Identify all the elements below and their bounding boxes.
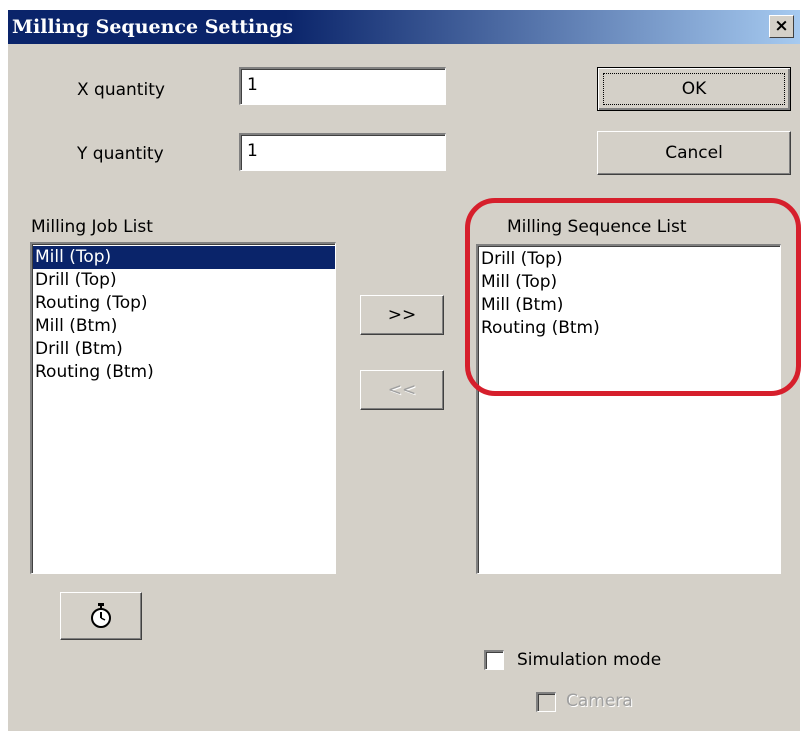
close-icon: × [774,16,789,36]
job-list-item[interactable]: Drill (Top) [33,269,335,292]
job-list-item[interactable]: Routing (Top) [33,292,335,315]
camera-label: Camera [566,691,633,711]
sequence-list-item[interactable]: Drill (Top) [479,248,780,271]
job-list-item[interactable]: Drill (Btm) [33,338,335,361]
cancel-button[interactable]: Cancel [597,131,791,175]
job-list-item[interactable]: Mill (Top) [33,246,335,269]
simulation-mode-checkbox[interactable] [484,650,504,670]
cancel-button-label: Cancel [665,143,723,163]
camera-checkbox[interactable] [536,692,556,712]
milling-job-list-label: Milling Job List [31,217,153,237]
close-button[interactable]: × [769,15,794,38]
sequence-list-item[interactable]: Mill (Top) [479,271,780,294]
job-list-item[interactable]: Routing (Btm) [33,361,335,384]
remove-button-label: << [387,380,417,400]
x-quantity-input[interactable]: 1 [239,67,446,105]
x-quantity-label: X quantity [77,80,165,100]
y-quantity-input[interactable]: 1 [239,133,446,171]
add-to-sequence-button[interactable]: >> [360,295,444,335]
y-quantity-label: Y quantity [77,144,164,164]
milling-job-list[interactable]: Mill (Top) Drill (Top) Routing (Top) Mil… [30,242,336,574]
remove-from-sequence-button[interactable]: << [360,370,444,410]
milling-sequence-list-label: Milling Sequence List [507,217,687,237]
job-list-item[interactable]: Mill (Btm) [33,315,335,338]
milling-sequence-list[interactable]: Drill (Top) Mill (Top) Mill (Btm) Routin… [476,244,781,574]
sequence-list-item[interactable]: Mill (Btm) [479,294,780,317]
add-button-label: >> [387,305,417,325]
simulation-mode-label: Simulation mode [517,650,662,670]
ok-button[interactable]: OK [597,67,791,111]
sequence-list-item[interactable]: Routing (Btm) [479,317,780,340]
timer-button[interactable] [60,592,142,640]
dialog-title: Milling Sequence Settings [12,16,294,38]
focus-indicator [603,73,785,105]
title-bar[interactable]: Milling Sequence Settings × [8,10,800,44]
stopwatch-icon [91,603,111,628]
milling-sequence-dialog: Milling Sequence Settings × X quantity 1… [8,10,801,731]
